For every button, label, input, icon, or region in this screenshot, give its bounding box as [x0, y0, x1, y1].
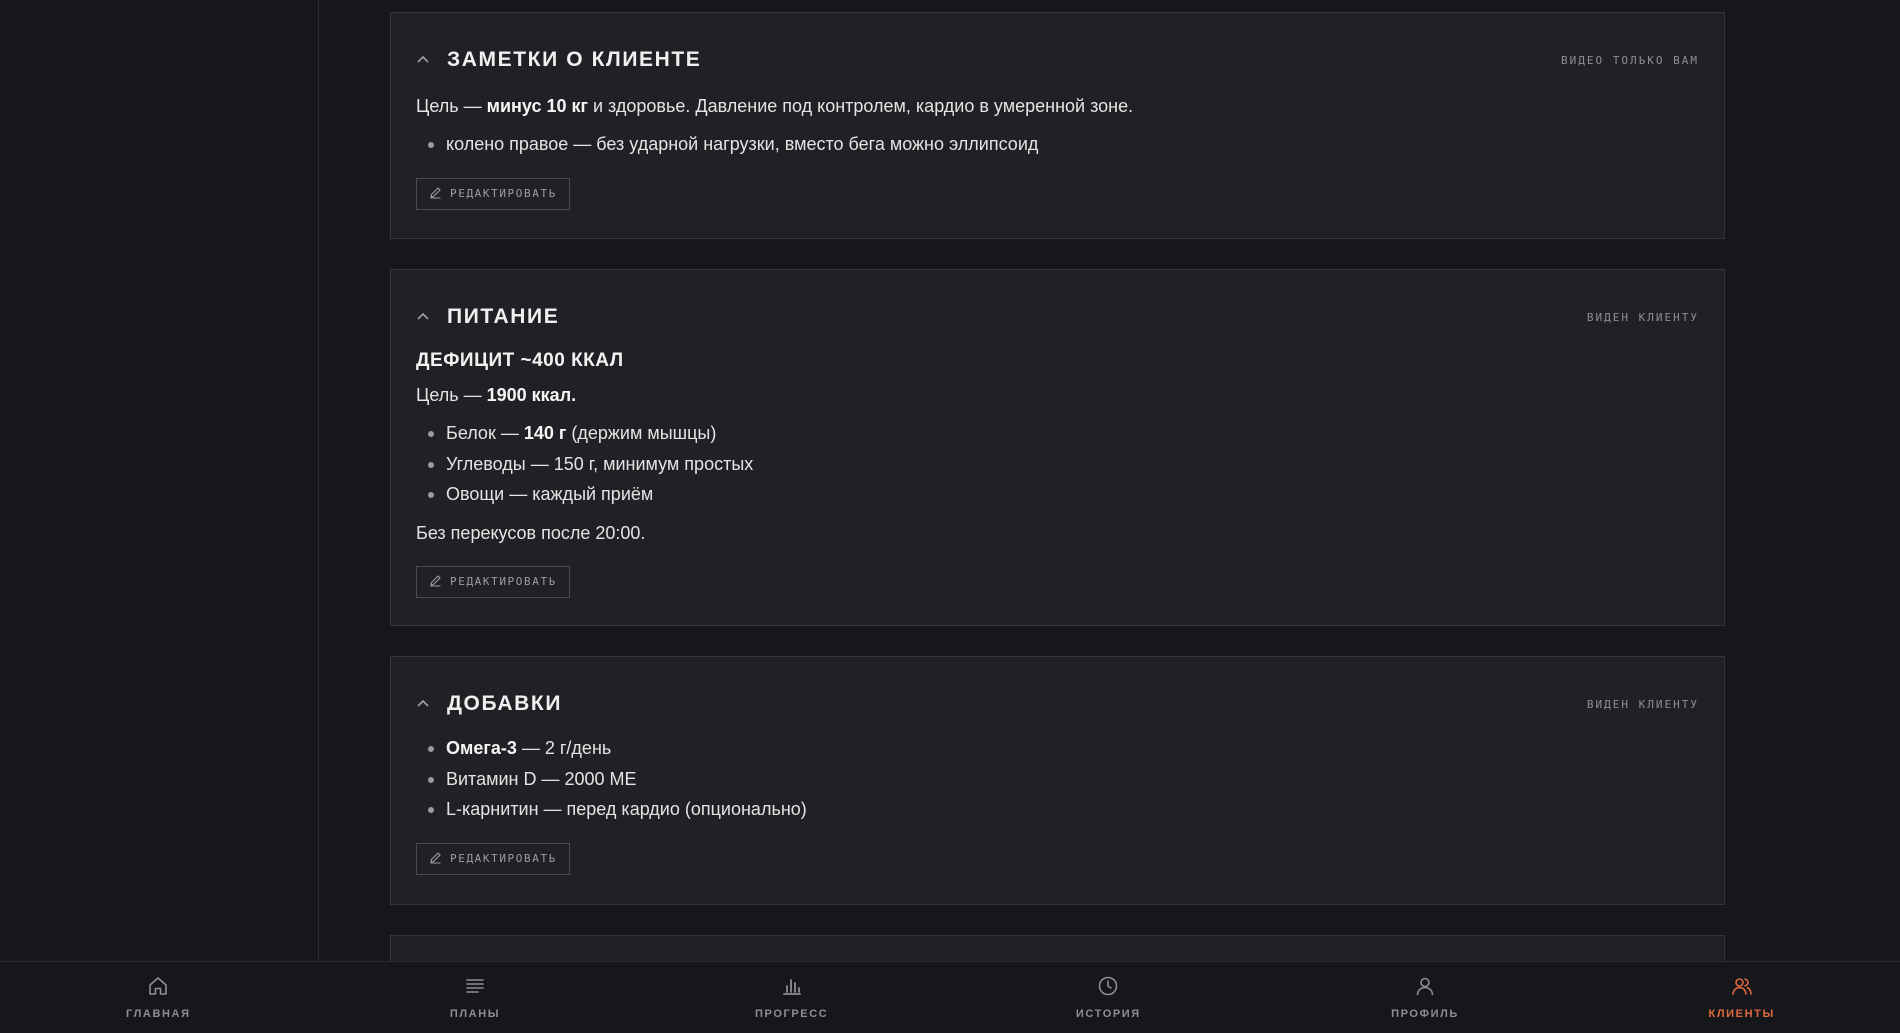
client-notes-title: Заметки о клиенте	[447, 48, 702, 71]
list-item: L-карнитин — перед кардио (опционально)	[416, 794, 1699, 825]
intro-bold: минус 10 кг	[486, 96, 588, 116]
nutrition-card: Питание виден клиенту ДЕФИЦИТ ~400 ККАЛ …	[390, 269, 1725, 626]
nav-item-progress[interactable]: Прогресс	[633, 962, 950, 1033]
nutrition-goal: Цель — 1900 ккал.	[416, 380, 1699, 410]
nutrition-title: Питание	[447, 305, 560, 328]
users-icon	[1731, 975, 1753, 1002]
nutrition-subheading: ДЕФИЦИТ ~400 ККАЛ	[416, 350, 624, 371]
item-bold: 140 г	[523, 423, 567, 443]
edit-button-label: Редактировать	[450, 575, 557, 588]
supplements-list: Омега-3 — 2 г/день Витамин D — 2000 МЕ L…	[416, 733, 1699, 825]
nav-label: Профиль	[1391, 1008, 1459, 1020]
nav-label: Клиенты	[1708, 1008, 1775, 1020]
nav-label: Главная	[126, 1008, 191, 1020]
client-notes-intro: Цель — минус 10 кг и здоровье. Давление …	[416, 91, 1699, 121]
supplements-title: Добавки	[447, 692, 563, 715]
client-notes-card: Заметки о клиенте видео только вам Цель …	[390, 12, 1725, 239]
item-text: Овощи — каждый приём	[446, 484, 654, 504]
list-item: Витамин D — 2000 МЕ	[416, 764, 1699, 795]
goal-bold: 1900 ккал.	[486, 385, 577, 405]
list-item: Омега-3 — 2 г/день	[416, 733, 1699, 764]
nav-item-profile[interactable]: Профиль	[1267, 962, 1584, 1033]
nutrition-body: ДЕФИЦИТ ~400 ККАЛ Цель — 1900 ккал. Бело…	[416, 346, 1699, 598]
main-content: Заметки о клиенте видео только вам Цель …	[390, 0, 1725, 961]
client-notes-header[interactable]: Заметки о клиенте видео только вам	[416, 45, 1699, 75]
nav-label: Прогресс	[755, 1008, 829, 1020]
item-bold: Омега-3	[446, 738, 517, 758]
item-text: — 2 г/день	[516, 738, 612, 758]
edit-button[interactable]: Редактировать	[416, 842, 570, 875]
pencil-icon	[429, 574, 442, 590]
clock-icon	[1097, 975, 1119, 1002]
supplements-header[interactable]: Добавки виден клиенту	[416, 689, 1699, 719]
item-text: Витамин D — 2000 МЕ	[446, 768, 637, 789]
list-icon	[464, 975, 486, 1002]
next-card	[390, 935, 1725, 961]
pencil-icon	[429, 186, 442, 202]
chevron-up-icon[interactable]	[416, 310, 430, 324]
supplements-body: Омега-3 — 2 г/день Витамин D — 2000 МЕ L…	[416, 733, 1699, 875]
item-suffix: (держим мышцы)	[566, 423, 717, 443]
bottom-nav: Главная Планы Прогресс История Профиль К…	[0, 961, 1900, 1033]
visibility-label: виден клиенту	[1586, 697, 1699, 711]
edit-button[interactable]: Редактировать	[416, 177, 570, 210]
chevron-up-icon[interactable]	[416, 53, 430, 67]
item-text: Углеводы — 150 г, минимум простых	[446, 453, 754, 474]
home-icon	[147, 975, 169, 1002]
nav-item-clients[interactable]: Клиенты	[1583, 962, 1900, 1033]
nav-item-home[interactable]: Главная	[0, 962, 317, 1033]
nutrition-list: Белок — 140 г (держим мышцы) Углеводы — …	[416, 418, 1699, 510]
visibility-label: видео только вам	[1561, 53, 1699, 67]
nav-item-plans[interactable]: Планы	[317, 962, 634, 1033]
client-notes-body: Цель — минус 10 кг и здоровье. Давление …	[416, 91, 1699, 210]
list-item: Белок — 140 г (держим мышцы)	[416, 418, 1699, 449]
list-item: колено правое — без ударной нагрузки, вм…	[416, 129, 1699, 160]
chevron-up-icon[interactable]	[416, 697, 430, 711]
edit-button-label: Редактировать	[450, 187, 557, 200]
goal-prefix: Цель —	[416, 385, 487, 405]
intro-prefix: Цель —	[416, 96, 487, 116]
nav-item-history[interactable]: История	[950, 962, 1267, 1033]
nutrition-header[interactable]: Питание виден клиенту	[416, 302, 1699, 332]
nav-label: История	[1075, 1008, 1141, 1020]
pencil-icon	[429, 851, 442, 867]
user-icon	[1414, 975, 1436, 1002]
sidebar	[0, 0, 319, 961]
item-text: Белок —	[446, 423, 524, 443]
nav-label: Планы	[449, 1008, 501, 1020]
supplements-card: Добавки виден клиенту Омега-3 — 2 г/день…	[390, 656, 1725, 905]
nutrition-note: Без перекусов после 20:00.	[416, 522, 646, 543]
edit-button-label: Редактировать	[450, 852, 557, 865]
list-item: Овощи — каждый приём	[416, 479, 1699, 510]
list-item: Углеводы — 150 г, минимум простых	[416, 449, 1699, 480]
bar-chart-icon	[781, 975, 803, 1002]
item-text: L-карнитин — перед кардио (опционально)	[446, 799, 807, 819]
edit-button[interactable]: Редактировать	[416, 565, 570, 598]
visibility-label: виден клиенту	[1586, 310, 1699, 324]
client-notes-list: колено правое — без ударной нагрузки, вм…	[416, 129, 1699, 160]
intro-suffix: и здоровье. Давление под контролем, кард…	[587, 96, 1134, 116]
